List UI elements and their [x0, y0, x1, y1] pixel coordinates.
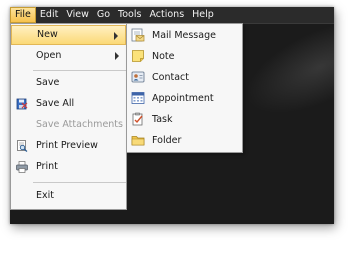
menu-item-label: Save All [36, 98, 75, 109]
save-all-icon [16, 98, 28, 110]
appointment-icon [131, 92, 145, 104]
submenu-item-note[interactable]: Note [127, 46, 242, 67]
menu-bar: File Edit View Go Tools Actions Help [10, 7, 334, 24]
mail-message-icon [131, 28, 145, 42]
menu-item-save-all[interactable]: Save All [11, 94, 126, 114]
submenu-item-label: Task [152, 114, 173, 125]
submenu-item-task[interactable]: Task [127, 109, 242, 130]
submenu-item-label: Folder [152, 135, 182, 146]
menu-help[interactable]: Help [188, 7, 218, 23]
note-icon [132, 50, 144, 62]
menu-item-save[interactable]: Save [11, 73, 126, 93]
menu-item-open[interactable]: Open [11, 46, 126, 66]
submenu-item-label: Mail Message [152, 30, 216, 41]
task-icon [132, 112, 143, 126]
print-preview-icon [17, 140, 28, 152]
menu-item-label: Exit [36, 190, 54, 201]
menu-item-label: Print [36, 161, 58, 172]
folder-icon [131, 136, 145, 146]
menu-tools[interactable]: Tools [114, 7, 145, 23]
submenu-item-folder[interactable]: Folder [127, 130, 242, 151]
menu-item-save-attachments[interactable]: Save Attachments [11, 115, 126, 135]
menu-item-label: Save Attachments [36, 119, 123, 130]
submenu-item-contact[interactable]: Contact [127, 67, 242, 88]
submenu-item-mail-message[interactable]: Mail Message [127, 25, 242, 46]
submenu-item-label: Note [152, 51, 175, 62]
background-glow [232, 7, 334, 133]
menu-view[interactable]: View [62, 7, 93, 23]
menu-item-exit[interactable]: Exit [11, 186, 126, 206]
menu-item-label: New [37, 29, 58, 40]
menu-item-print-preview[interactable]: Print Preview [11, 136, 126, 156]
printer-icon [16, 161, 28, 173]
submenu-arrow-icon [114, 32, 118, 40]
submenu-item-appointment[interactable]: Appointment [127, 88, 242, 109]
menu-file[interactable]: File [10, 7, 36, 23]
contact-icon [131, 71, 145, 83]
menu-item-label: Save [36, 77, 60, 88]
new-submenu: Mail Message Note Contact Appointment Ta… [126, 23, 243, 153]
menu-separator [33, 182, 126, 183]
menu-item-print[interactable]: Print [11, 157, 126, 177]
menu-item-label: Open [36, 50, 62, 61]
menu-item-new[interactable]: New [11, 25, 126, 45]
menu-go[interactable]: Go [93, 7, 114, 23]
submenu-arrow-icon [115, 52, 119, 60]
file-menu-dropdown: New Open Save Save All Save Attachments … [10, 23, 127, 210]
menu-edit[interactable]: Edit [36, 7, 62, 23]
submenu-item-label: Appointment [152, 93, 214, 104]
menu-item-label: Print Preview [36, 140, 98, 151]
menu-separator [33, 70, 126, 71]
submenu-item-label: Contact [152, 72, 189, 83]
menu-actions[interactable]: Actions [145, 7, 188, 23]
